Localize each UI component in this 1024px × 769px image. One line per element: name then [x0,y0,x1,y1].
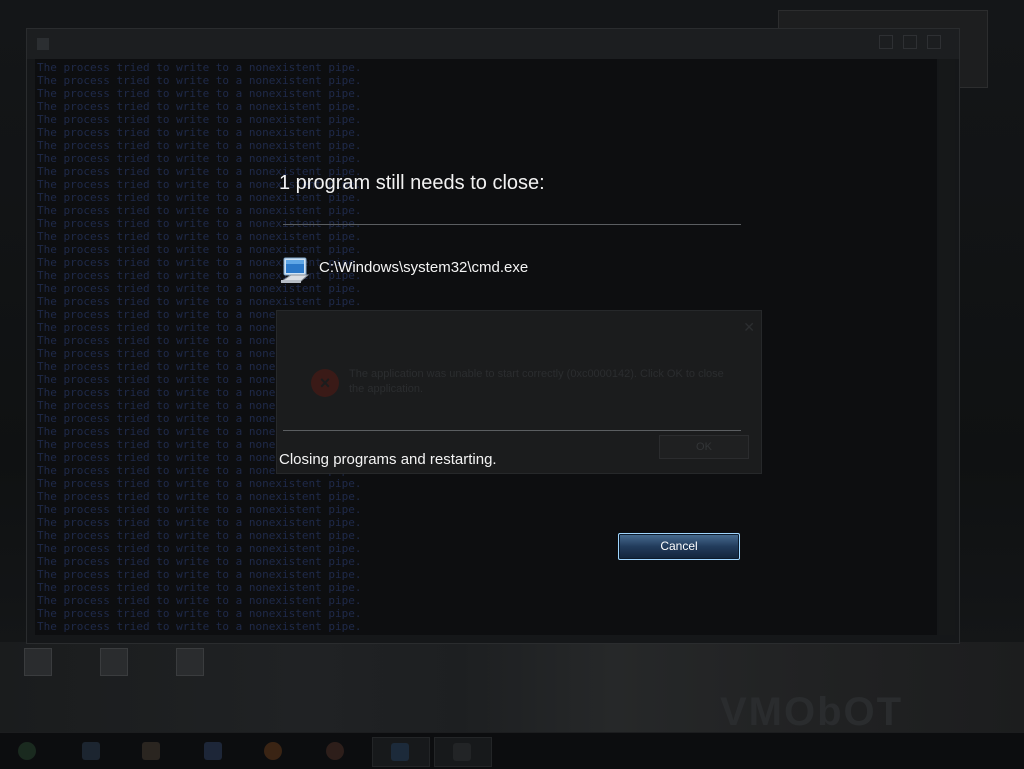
taskbar-media[interactable] [194,737,232,765]
page-title: 1 program still needs to close: [279,172,545,194]
console-window-icon [280,257,310,283]
cancel-button[interactable]: Cancel [618,533,740,560]
taskbar-firefox[interactable] [254,737,292,765]
start-button[interactable] [8,737,46,765]
taskbar-explorer[interactable] [72,737,110,765]
taskbar-cmd[interactable] [372,737,430,767]
divider-top [283,224,741,225]
taskbar-app-2[interactable] [132,737,170,765]
taskbar-app-active[interactable] [434,737,492,767]
taskbar [0,732,1024,769]
status-message: Closing programs and restarting. [279,451,497,468]
shutdown-overlay: 1 program still needs to close: C:\Windo… [0,0,1024,768]
program-path: C:\Windows\system32\cmd.exe [319,259,529,276]
divider-bottom [283,430,741,431]
taskbar-chrome[interactable] [316,737,354,765]
